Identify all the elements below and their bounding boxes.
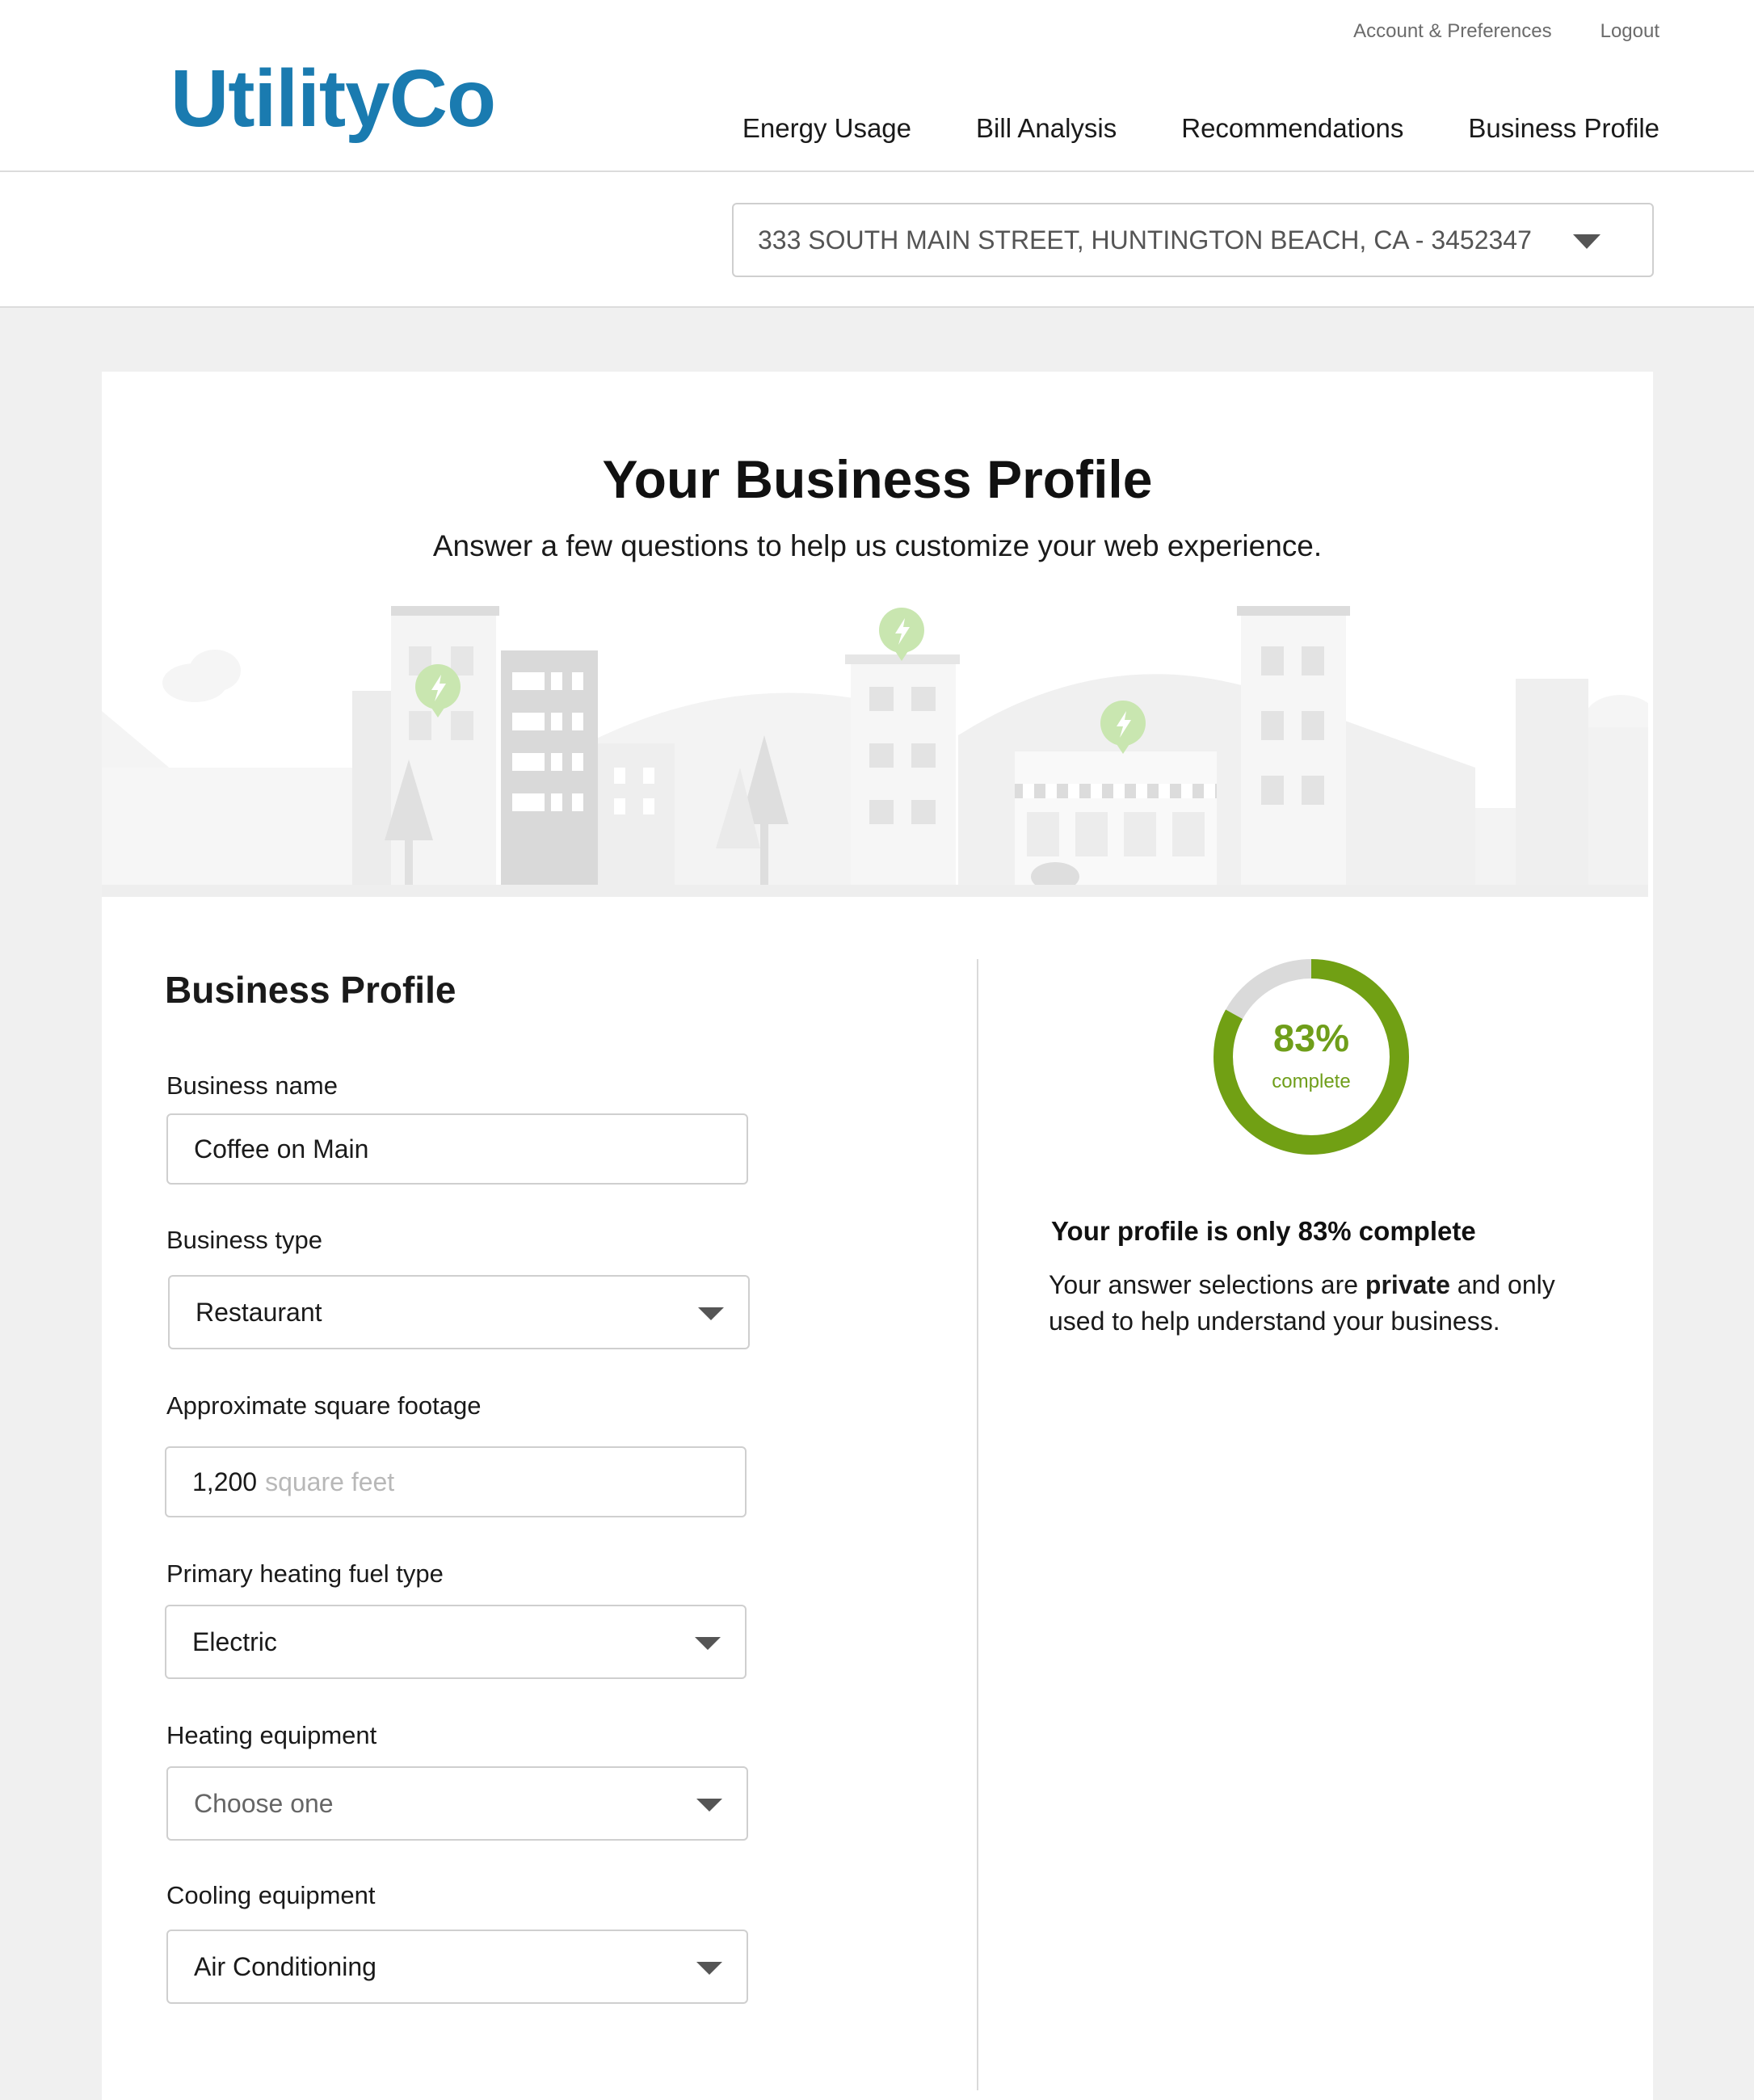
business-name-label: Business name	[166, 1071, 338, 1100]
privacy-note-bold: private	[1365, 1270, 1450, 1299]
utilityco-logo[interactable]: UtilityCo	[170, 58, 496, 139]
heating-equipment-value: Choose one	[194, 1788, 334, 1818]
cooling-equipment-value: Air Conditioning	[194, 1951, 376, 1981]
page-title: Your Business Profile	[602, 449, 1153, 509]
heating-fuel-value: Electric	[192, 1627, 277, 1656]
address-select[interactable]: 333 SOUTH MAIN STREET, HUNTINGTON BEACH,…	[732, 203, 1654, 277]
square-footage-unit: square feet	[265, 1467, 395, 1496]
nav-energy-usage[interactable]: Energy Usage	[742, 113, 911, 144]
cooling-equipment-select[interactable]: Air Conditioning	[166, 1930, 748, 2004]
logout-link[interactable]: Logout	[1600, 20, 1659, 43]
business-name-value: Coffee on Main	[194, 1134, 369, 1164]
page-subtitle: Answer a few questions to help us custom…	[432, 529, 1323, 562]
chevron-down-icon	[1573, 234, 1600, 249]
form-title: Business Profile	[165, 969, 456, 1011]
main-nav: Energy Usage Bill Analysis Recommendatio…	[742, 113, 1659, 144]
heating-equipment-label: Heating equipment	[166, 1721, 377, 1749]
business-type-label: Business type	[166, 1226, 322, 1254]
chevron-down-icon	[698, 1307, 724, 1320]
heating-fuel-select[interactable]: Electric	[165, 1605, 747, 1679]
chevron-down-icon	[696, 1799, 722, 1812]
progress-complete-label: complete	[1272, 1071, 1351, 1092]
business-type-value: Restaurant	[196, 1297, 322, 1327]
chevron-down-icon	[695, 1637, 721, 1650]
column-divider	[977, 959, 978, 2090]
nav-bill-analysis[interactable]: Bill Analysis	[976, 113, 1117, 144]
account-preferences-link[interactable]: Account & Preferences	[1353, 20, 1551, 43]
business-name-input[interactable]: Coffee on Main	[166, 1113, 748, 1185]
square-footage-input[interactable]: 1,200 square feet	[165, 1446, 747, 1517]
privacy-note: Your answer selections are private and o…	[1049, 1267, 1614, 1340]
cooling-equipment-label: Cooling equipment	[166, 1881, 376, 1909]
profile-complete-message: Your profile is only 83% complete	[1051, 1216, 1476, 1246]
nav-recommendations[interactable]: Recommendations	[1181, 113, 1403, 144]
square-footage-value: 1,200	[192, 1467, 258, 1496]
address-bar: 333 SOUTH MAIN STREET, HUNTINGTON BEACH,…	[0, 172, 1754, 308]
heating-fuel-label: Primary heating fuel type	[166, 1559, 444, 1588]
utility-links: Account & Preferences Logout	[1353, 20, 1659, 43]
nav-business-profile[interactable]: Business Profile	[1468, 113, 1659, 144]
address-select-value: 333 SOUTH MAIN STREET, HUNTINGTON BEACH,…	[758, 225, 1532, 255]
profile-card: Your Business Profile Answer a few quest…	[102, 372, 1653, 2100]
top-header: Account & Preferences Logout UtilityCo E…	[0, 0, 1754, 172]
progress-percent: 83%	[1272, 1016, 1350, 1059]
privacy-note-start: Your answer selections are	[1049, 1270, 1365, 1299]
chevron-down-icon	[696, 1962, 722, 1975]
business-type-select[interactable]: Restaurant	[168, 1275, 750, 1349]
heating-equipment-select[interactable]: Choose one	[166, 1766, 748, 1841]
square-footage-label: Approximate square footage	[166, 1391, 482, 1420]
